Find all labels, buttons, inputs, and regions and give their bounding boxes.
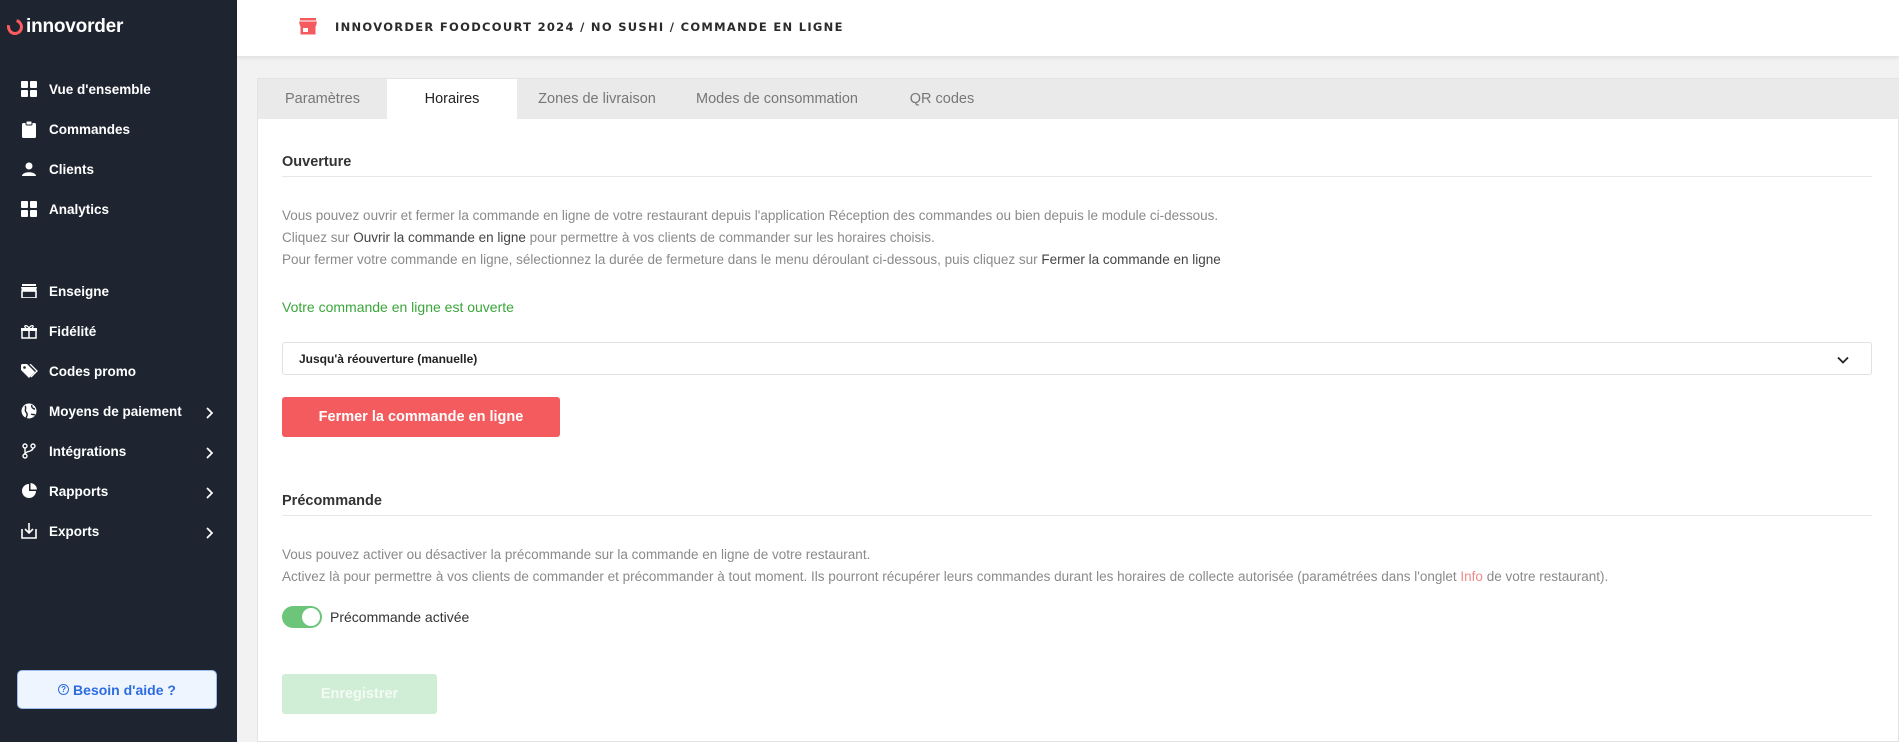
logo-mark-icon — [4, 16, 26, 38]
sidebar-item-enseigne[interactable]: Enseigne — [0, 271, 237, 311]
emphasis-text: Ouvrir la commande en ligne — [353, 230, 526, 245]
ouverture-line-3: Pour fermer votre commande en ligne, sél… — [282, 249, 1221, 271]
text: Activez là pour permettre à vos clients … — [282, 569, 1461, 584]
divider — [282, 515, 1872, 516]
help-button[interactable]: ? Besoin d'aide ? — [17, 670, 217, 709]
download-icon — [20, 522, 38, 540]
tab-bar: Paramètres Horaires Zones de livraison M… — [258, 79, 1899, 119]
select-value: Jusqu'à réouverture (manuelle) — [299, 351, 478, 366]
ouverture-line-1: Vous pouvez ouvrir et fermer la commande… — [282, 208, 1219, 223]
tab-modes-consommation[interactable]: Modes de consommation — [677, 79, 877, 119]
store-icon — [299, 18, 317, 39]
sidebar-item-label: Clients — [49, 161, 95, 177]
section-title-ouverture: Ouverture — [282, 154, 352, 170]
store-icon — [20, 282, 38, 300]
branch-icon — [20, 442, 38, 460]
chevron-right-icon — [205, 404, 214, 423]
gift-icon — [20, 322, 38, 340]
sidebar-item-integrations[interactable]: Intégrations — [0, 431, 237, 471]
question-circle-icon: ? — [58, 684, 70, 695]
toggle-knob — [302, 608, 320, 626]
sidebar-item-label: Enseigne — [49, 283, 110, 299]
sidebar-item-label: Intégrations — [49, 443, 127, 459]
tab-zones-livraison[interactable]: Zones de livraison — [517, 79, 677, 119]
tab-horaires[interactable]: Horaires — [387, 79, 517, 119]
sidebar-item-label: Moyens de paiement — [49, 403, 182, 419]
chevron-down-icon — [1837, 353, 1849, 367]
globe-icon — [20, 402, 38, 420]
logo-text: innovorder — [26, 16, 124, 37]
online-order-status: Votre commande en ligne est ouverte — [282, 299, 514, 315]
sidebar-item-exports[interactable]: Exports — [0, 511, 237, 551]
pie-icon — [20, 482, 38, 500]
sidebar-item-label: Fidélité — [49, 323, 97, 339]
divider — [282, 176, 1872, 177]
sidebar-item-clients[interactable]: Clients — [0, 149, 237, 189]
tab-qr-codes[interactable]: QR codes — [877, 79, 1007, 119]
sidebar-item-label: Vue d'ensemble — [49, 81, 151, 97]
sidebar-item-vue-ensemble[interactable]: Vue d'ensemble — [0, 69, 237, 109]
sidebar-item-label: Analytics — [49, 201, 110, 217]
sidebar-item-commandes[interactable]: Commandes — [0, 109, 237, 149]
close-online-order-button[interactable]: Fermer la commande en ligne — [282, 397, 560, 437]
tab-parametres[interactable]: Paramètres — [258, 79, 387, 119]
text: de votre restaurant). — [1482, 569, 1609, 584]
sidebar-item-codes-promo[interactable]: Codes promo — [0, 351, 237, 391]
main-panel: Paramètres Horaires Zones de livraison M… — [257, 78, 1899, 742]
precommande-toggle-label: Précommande activée — [330, 609, 470, 625]
text: Pour fermer votre commande en ligne, sél… — [282, 252, 1042, 267]
precommande-line-2: Activez là pour permettre à vos clients … — [282, 566, 1608, 588]
sidebar-item-label: Commandes — [49, 121, 131, 137]
sidebar-item-rapports[interactable]: Rapports — [0, 471, 237, 511]
sidebar-item-fidelite[interactable]: Fidélité — [0, 311, 237, 351]
breadcrumb: INNOVORDER FOODCOURT 2024 / NO SUSHI / C… — [335, 20, 844, 34]
help-button-label: Besoin d'aide ? — [73, 681, 176, 698]
section-title-precommande: Précommande — [282, 493, 382, 509]
text: pour permettre à vos clients de commande… — [525, 230, 935, 245]
tag-icon — [20, 362, 38, 380]
sidebar-item-label: Exports — [49, 523, 100, 539]
precommande-toggle[interactable] — [282, 606, 322, 628]
sidebar-item-moyens-paiement[interactable]: Moyens de paiement — [0, 391, 237, 431]
emphasis-text: Fermer la commande en ligne — [1041, 252, 1221, 267]
grid-icon — [20, 80, 38, 98]
grid-icon — [20, 200, 38, 218]
text: Cliquez sur — [282, 230, 354, 245]
sidebar: innovorder Vue d'ensemble Commandes Clie… — [0, 0, 237, 742]
chevron-right-icon — [205, 444, 214, 463]
top-header: INNOVORDER FOODCOURT 2024 / NO SUSHI / C… — [237, 0, 1899, 56]
info-tab-link[interactable]: Info — [1460, 569, 1483, 584]
ouverture-line-2: Cliquez sur Ouvrir la commande en ligne … — [282, 227, 935, 249]
precommande-line-1: Vous pouvez activer ou désactiver la pré… — [282, 547, 871, 562]
chevron-right-icon — [205, 484, 214, 503]
sidebar-item-label: Rapports — [49, 483, 109, 499]
save-button[interactable]: Enregistrer — [282, 674, 437, 714]
chevron-right-icon — [205, 524, 214, 543]
sidebar-item-label: Codes promo — [49, 363, 137, 379]
sidebar-item-analytics[interactable]: Analytics — [0, 189, 237, 229]
closing-duration-select[interactable]: Jusqu'à réouverture (manuelle) — [282, 342, 1872, 375]
logo[interactable]: innovorder — [4, 15, 124, 39]
clipboard-icon — [20, 120, 38, 138]
user-icon — [20, 160, 38, 178]
